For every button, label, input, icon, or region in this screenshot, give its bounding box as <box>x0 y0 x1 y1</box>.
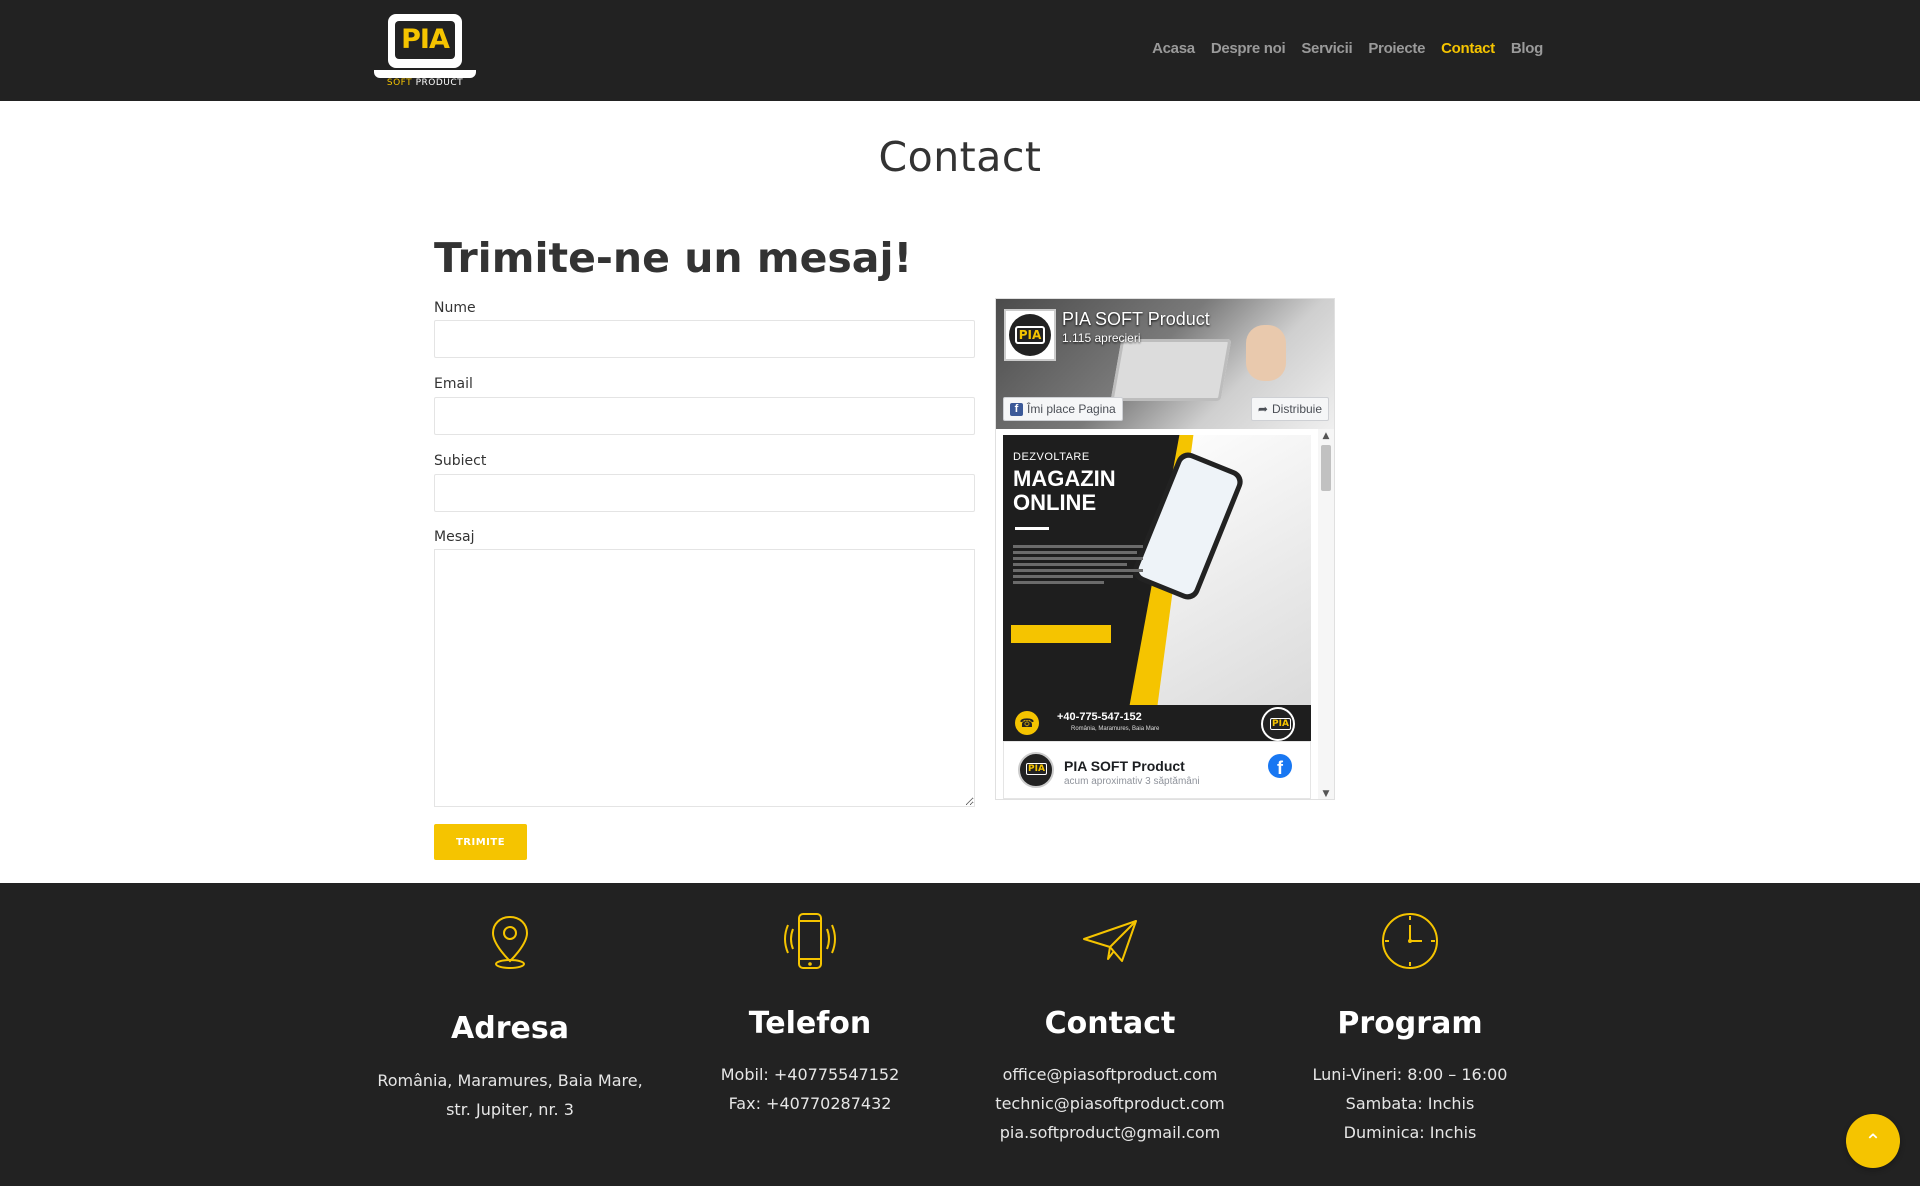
back-to-top-button[interactable]: ⌃ <box>1846 1114 1900 1168</box>
facebook-logo-icon: f <box>1010 402 1023 416</box>
program-text: Luni-Vineri: 8:00 – 16:00 Sambata: Inchi… <box>1312 1065 1508 1142</box>
laptop-photo <box>1110 339 1232 401</box>
facebook-round-logo-icon[interactable]: f <box>1268 754 1292 778</box>
facebook-share-button[interactable]: ➦ Distribuie <box>1250 397 1329 421</box>
phone-text: Mobil: +40775547152 Fax: +40770287432 <box>660 1060 960 1118</box>
scroll-up-icon[interactable]: ▲ <box>1318 429 1334 443</box>
contact-text: office@piasoftproduct.com technic@piasof… <box>960 1060 1260 1147</box>
post-headline: MAGAZIN ONLINE <box>1013 466 1116 515</box>
email-technic-link[interactable]: technic@piasoftproduct.com <box>960 1089 1260 1118</box>
fax-number[interactable]: Fax: +40770287432 <box>660 1089 960 1118</box>
mobile-number[interactable]: Mobil: +40775547152 <box>660 1060 960 1089</box>
nav-item-proiecte[interactable]: Proiecte <box>1368 40 1425 57</box>
nav-item-acasa[interactable]: Acasa <box>1152 40 1195 57</box>
nav-item-blog[interactable]: Blog <box>1511 40 1543 57</box>
email-label: Email <box>434 376 473 392</box>
clock-icon <box>1382 913 1438 969</box>
post-cta-button <box>1011 625 1111 643</box>
name-field[interactable] <box>434 320 975 358</box>
nav-item-contact[interactable]: Contact <box>1441 40 1495 57</box>
map-pin-icon <box>491 915 529 969</box>
post-logo-badge: PIA <box>1261 707 1295 741</box>
logo-screen: PIA <box>388 14 462 68</box>
post-author-name[interactable]: PIA SOFT Product <box>1064 758 1185 774</box>
scrollbar-thumb[interactable] <box>1321 445 1331 491</box>
facebook-cover[interactable]: PIA PIA SOFT Product 1.115 aprecieri f Î… <box>996 299 1334 429</box>
post-address: România, Maramures, Baia Mare <box>1071 726 1160 732</box>
chevron-up-icon: ⌃ <box>1864 1129 1882 1153</box>
logo-brand: PIA <box>401 24 450 55</box>
message-field[interactable] <box>434 549 975 807</box>
facebook-like-button[interactable]: f Îmi place Pagina <box>1003 397 1123 421</box>
nav-item-despre-noi[interactable]: Despre noi <box>1211 40 1286 57</box>
paper-plane-icon <box>1083 920 1137 962</box>
facebook-timeline[interactable]: DEZVOLTARE MAGAZIN ONLINE ☎ +40-775-547-… <box>996 429 1334 799</box>
smartphone-icon <box>784 913 836 969</box>
facebook-likes-count: 1.115 aprecieri <box>1062 331 1141 345</box>
address-title: Adresa <box>451 1011 569 1046</box>
post-phone: +40-775-547-152 <box>1057 711 1142 723</box>
main-nav: Acasa Despre noi Servicii Proiecte Conta… <box>1152 40 1543 57</box>
email-gmail-link[interactable]: pia.softproduct@gmail.com <box>960 1118 1260 1147</box>
share-arrow-icon: ➦ <box>1257 402 1268 416</box>
site-logo[interactable]: PIA SOFT PRODUCT <box>374 14 476 88</box>
subject-label: Subiect <box>434 453 487 469</box>
facebook-page-widget: PIA PIA SOFT Product 1.115 aprecieri f Î… <box>995 298 1335 800</box>
address-text: România, Maramures, Baia Mare, str. Jupi… <box>377 1071 643 1119</box>
hand-photo <box>1246 325 1286 381</box>
post-author-avatar[interactable]: PIA <box>1018 752 1054 788</box>
nav-item-servicii[interactable]: Servicii <box>1301 40 1352 57</box>
scroll-down-icon[interactable]: ▼ <box>1318 787 1334 799</box>
facebook-post-image[interactable]: DEZVOLTARE MAGAZIN ONLINE ☎ +40-775-547-… <box>1003 435 1311 741</box>
site-header: PIA SOFT PRODUCT Acasa Despre noi Servic… <box>0 0 1920 101</box>
post-timestamp[interactable]: acum aproximativ 3 săptămâni <box>1064 776 1200 787</box>
page-title: Contact <box>878 133 1042 181</box>
phone-title: Telefon <box>748 1006 872 1041</box>
post-kicker: DEZVOLTARE <box>1013 451 1090 463</box>
facebook-scrollbar[interactable]: ▲ ▼ <box>1318 429 1334 799</box>
email-field[interactable] <box>434 397 975 435</box>
facebook-page-name[interactable]: PIA SOFT Product <box>1062 309 1210 330</box>
program-title: Program <box>1337 1006 1483 1041</box>
contact-info-footer: Adresa România, Maramures, Baia Mare, st… <box>0 883 1920 1186</box>
phone-icon: ☎ <box>1015 711 1039 735</box>
name-label: Nume <box>434 300 476 316</box>
email-office-link[interactable]: office@piasoftproduct.com <box>960 1060 1260 1089</box>
contact-title: Contact <box>1044 1006 1176 1041</box>
logo-tagline: SOFT PRODUCT <box>386 78 464 88</box>
facebook-page-avatar[interactable]: PIA <box>1004 309 1056 361</box>
form-title: Trimite-ne un mesaj! <box>434 234 913 282</box>
post-body-placeholder <box>1013 545 1143 587</box>
facebook-post-meta: PIA PIA SOFT Product acum aproximativ 3 … <box>1003 741 1311 799</box>
message-label: Mesaj <box>434 529 475 545</box>
subject-field[interactable] <box>434 474 975 512</box>
submit-button[interactable]: TRIMITE <box>434 824 527 860</box>
